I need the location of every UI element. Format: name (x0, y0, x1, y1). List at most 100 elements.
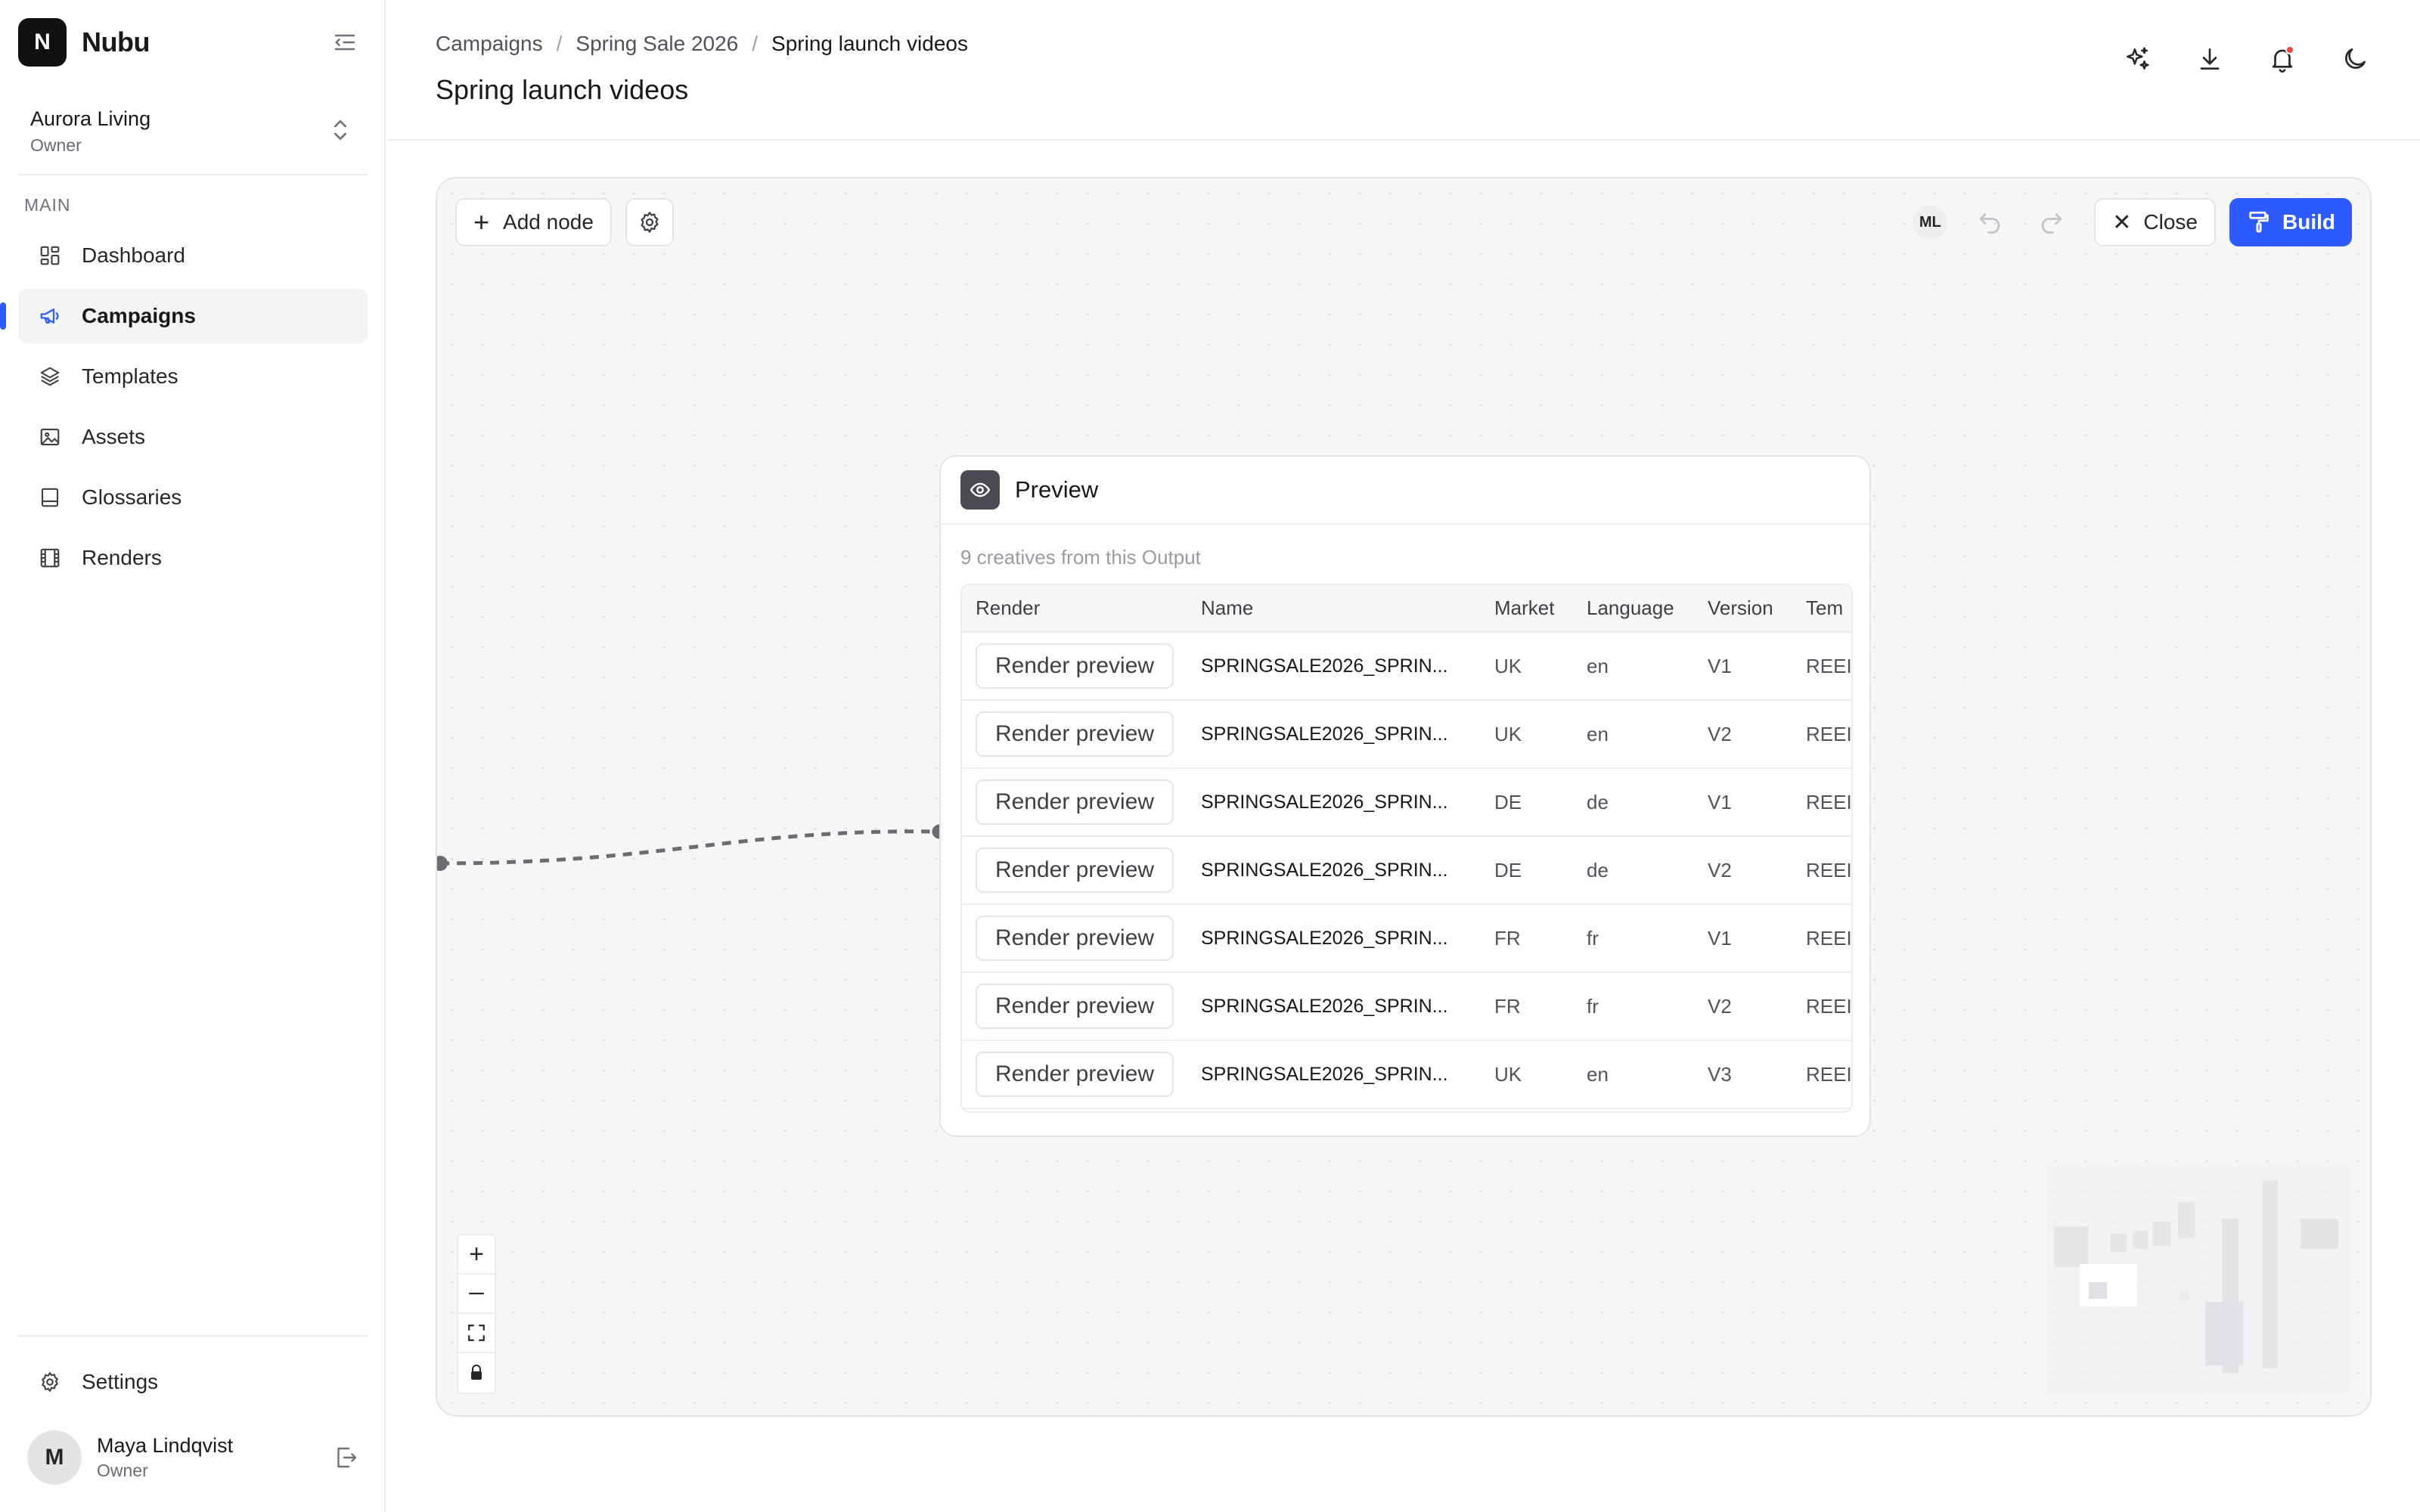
sidebar-item-settings[interactable]: Settings (18, 1355, 368, 1409)
download-icon[interactable] (2193, 42, 2226, 76)
sidebar-item-campaigns[interactable]: Campaigns (0, 289, 368, 343)
breadcrumb-separator: / (556, 32, 563, 55)
preview-node[interactable]: Preview 9 creatives from this Output Ren… (939, 455, 1871, 1137)
creative-version: V1 (1694, 904, 1792, 973)
creative-market: DE (1481, 768, 1573, 837)
sparkles-icon[interactable] (2121, 42, 2154, 76)
workspace-role: Owner (30, 135, 82, 155)
creative-name: SPRINGSALE2026_SPRIN... (1187, 700, 1481, 769)
creative-language: fr (1573, 972, 1694, 1041)
settings-label: Settings (82, 1370, 159, 1393)
divider (18, 174, 368, 175)
table-row: Render preview SPRINGSALE2026_SPRIN... U… (962, 632, 1851, 701)
creative-language: fr (1573, 904, 1694, 973)
creative-template: REEI (1792, 904, 1851, 973)
sidebar-item-glossaries[interactable]: Glossaries (18, 470, 368, 525)
build-button[interactable]: Build (2229, 198, 2352, 246)
table-row: Render preview SPRINGSALE2026_SPRIN... U… (962, 700, 1851, 769)
workspace-switcher[interactable]: Aurora Living Owner (18, 94, 366, 169)
column-header-render[interactable]: Render (962, 585, 1187, 633)
sidebar-item-label: Glossaries (82, 485, 182, 509)
layers-icon (38, 364, 62, 389)
user-name: Maya Lindqvist (97, 1434, 234, 1457)
render-preview-button[interactable]: Render preview (976, 984, 1174, 1029)
creative-market: DE (1481, 836, 1573, 905)
add-node-label: Add node (503, 210, 594, 234)
book-icon (38, 485, 62, 510)
creative-name: SPRINGSALE2026_SPRIN... (1187, 972, 1481, 1041)
creative-name: SPRINGSALE2026_SPRIN... (1187, 768, 1481, 837)
creative-name: SPRINGSALE2026_SPRIN... (1187, 1040, 1481, 1109)
plus-icon: + (473, 206, 490, 237)
zoom-controls: + (457, 1234, 496, 1394)
sidebar-item-dashboard[interactable]: Dashboard (18, 228, 368, 283)
breadcrumb: Campaigns / Spring Sale 2026 / Spring la… (436, 32, 968, 56)
render-preview-button[interactable]: Render preview (976, 779, 1174, 825)
user-info: Maya Lindqvist Owner (97, 1434, 233, 1481)
sidebar-item-label: Campaigns (82, 304, 196, 327)
canvas-settings-button[interactable] (625, 198, 674, 246)
creative-version: V2 (1694, 700, 1792, 769)
zoom-in-icon[interactable]: + (458, 1235, 495, 1275)
fit-view-icon[interactable] (458, 1314, 495, 1353)
creative-language: en (1573, 1040, 1694, 1109)
column-header-language[interactable]: Language (1573, 585, 1694, 633)
breadcrumb-spring-sale[interactable]: Spring Sale 2026 (576, 32, 738, 56)
table-row: Render preview SPRINGSALE2026_SPRIN... D… (962, 768, 1851, 837)
flow-canvas[interactable]: + Add node ML ✕ Close Build Preview 9 cr… (436, 177, 2372, 1417)
table-row: Render preview SPRINGSALE2026_SPRIN... F… (962, 904, 1851, 973)
breadcrumb-separator: / (752, 32, 759, 55)
creative-market: FR (1481, 972, 1573, 1041)
lock-icon[interactable] (458, 1353, 495, 1393)
creative-language: de (1573, 768, 1694, 837)
logout-icon[interactable] (333, 1444, 360, 1471)
sidebar-item-assets[interactable]: Assets (18, 410, 368, 464)
render-preview-button[interactable]: Render preview (976, 711, 1174, 757)
creative-name: SPRINGSALE2026_SPRIN... (1187, 904, 1481, 973)
creative-language: en (1573, 700, 1694, 769)
render-preview-button[interactable]: Render preview (976, 643, 1174, 689)
notification-dot (2285, 45, 2294, 54)
user-role: Owner (97, 1461, 148, 1480)
redo-icon[interactable] (2032, 203, 2071, 242)
header-actions (2121, 42, 2372, 76)
render-preview-button[interactable]: Render preview (976, 916, 1174, 961)
bell-icon[interactable] (2266, 42, 2299, 76)
sidebar-item-templates[interactable]: Templates (18, 349, 368, 404)
creative-template: REEI (1792, 836, 1851, 905)
creative-language: de (1573, 836, 1694, 905)
app-logo: N (18, 18, 67, 67)
creatives-table[interactable]: Render Name Market Language Version Tem … (960, 584, 1853, 1113)
creative-name: SPRINGSALE2026_SPRIN... (1187, 836, 1481, 905)
app-name: Nubu (82, 26, 150, 57)
creative-template: REEI (1792, 1040, 1851, 1109)
undo-icon[interactable] (1970, 203, 2009, 242)
avatar[interactable]: M (27, 1430, 82, 1485)
creative-market: UK (1481, 1040, 1573, 1109)
minimap[interactable] (2046, 1166, 2349, 1393)
moon-icon[interactable] (2338, 42, 2372, 76)
column-header-version[interactable]: Version (1694, 585, 1792, 633)
close-button[interactable]: ✕ Close (2094, 198, 2216, 246)
sidebar-item-label: Templates (82, 364, 178, 388)
edge-source-handle (437, 856, 448, 871)
page-title: Spring launch videos (436, 74, 689, 105)
node-header[interactable]: Preview (941, 457, 1869, 525)
sidebar: N Nubu Aurora Living Owner MAIN Dashboar… (0, 0, 386, 1512)
node-title: Preview (1015, 476, 1099, 503)
collapse-sidebar-icon[interactable] (331, 29, 358, 56)
creative-version: V1 (1694, 768, 1792, 837)
breadcrumb-campaigns[interactable]: Campaigns (436, 32, 543, 56)
column-header-market[interactable]: Market (1481, 585, 1573, 633)
column-header-template[interactable]: Tem (1792, 585, 1851, 633)
eye-icon (960, 470, 1000, 510)
sidebar-item-renders[interactable]: Renders (18, 531, 368, 585)
zoom-out-icon[interactable] (458, 1275, 495, 1314)
creative-name: SPRINGSALE2026_SPRIN... (1187, 632, 1481, 701)
render-preview-button[interactable]: Render preview (976, 1052, 1174, 1097)
add-node-button[interactable]: + Add node (455, 198, 612, 246)
collaborator-avatar: ML (1913, 205, 1948, 240)
render-preview-button[interactable]: Render preview (976, 847, 1174, 893)
column-header-name[interactable]: Name (1187, 585, 1481, 633)
canvas-toolbar-right: ML ✕ Close Build (1913, 198, 2352, 246)
